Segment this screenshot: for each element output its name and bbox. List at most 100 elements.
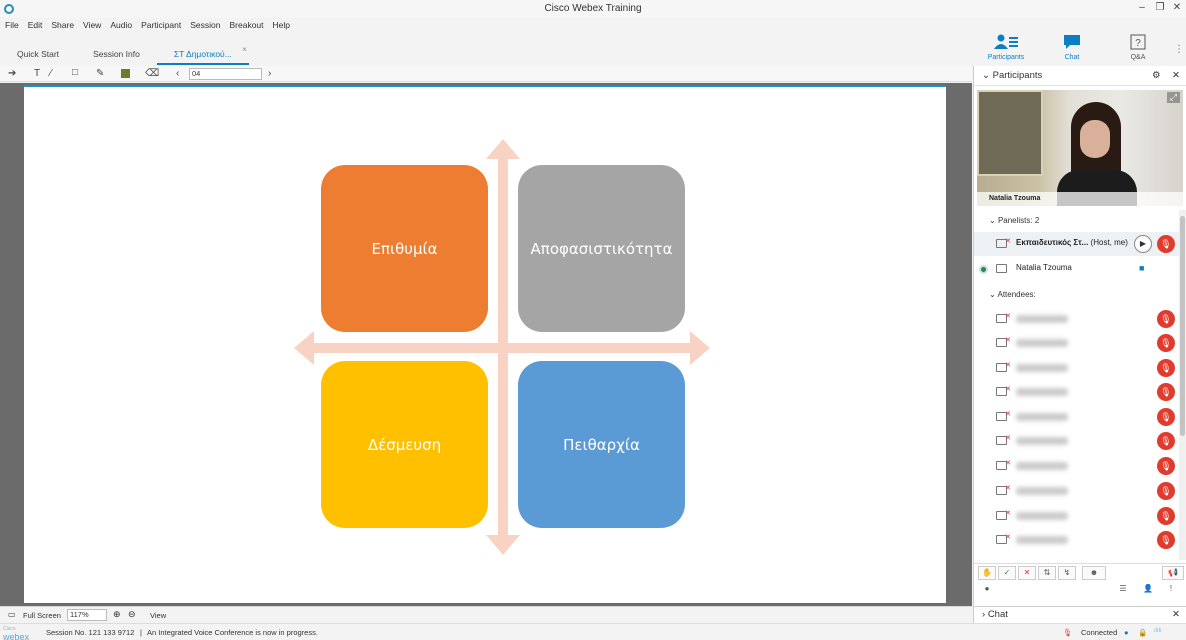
attendee-row[interactable]: ✕ 🎙 xyxy=(974,454,1180,478)
zoom-out-icon[interactable]: ⊖ xyxy=(128,609,136,620)
host-name: Εκπαιδευτικός Στ... xyxy=(1016,238,1089,247)
participant-actions-bar: ✋ ✓ ✕ ⇅ ↯ ☻ 📢 xyxy=(974,563,1186,581)
close-tab-icon[interactable]: × xyxy=(242,40,247,60)
mic-muted-icon[interactable]: 🎙 xyxy=(1157,334,1175,352)
gear-icon[interactable]: ⚙ xyxy=(1152,66,1161,86)
chat-panel-header[interactable]: › Chat ✕ xyxy=(973,606,1186,623)
add-person-icon[interactable]: 👤 xyxy=(1139,583,1157,597)
close-panel-icon[interactable]: ✕ xyxy=(1172,66,1180,86)
mic-muted-icon[interactable]: 🎙 xyxy=(1157,310,1175,328)
megaphone-icon[interactable]: 📢 xyxy=(1162,566,1184,580)
mic-muted-icon[interactable]: 🎙 xyxy=(1157,235,1175,253)
blurred-name xyxy=(1016,413,1068,421)
blurred-name xyxy=(1016,339,1068,347)
menu-breakout[interactable]: Breakout xyxy=(230,18,264,33)
menu-file[interactable]: File xyxy=(5,18,19,33)
tab-document-label: ΣΤ Δημοτικού... xyxy=(173,49,232,59)
scrollbar-thumb[interactable] xyxy=(1180,216,1185,436)
attendee-row[interactable]: ✕ 🎙 xyxy=(974,504,1180,528)
eraser-tool-icon[interactable]: ⌫ xyxy=(145,68,159,79)
chevron-down-icon: ⌄ xyxy=(982,70,993,81)
attendee-row[interactable]: ✕ 🎙 xyxy=(974,479,1180,503)
pointer-tool-icon[interactable]: ➔ xyxy=(8,68,16,79)
participant-row-host[interactable]: ✕ Εκπαιδευτικός Στ... (Host, me) ▶ 🎙 xyxy=(974,232,1180,256)
qa-panel-button[interactable]: ? Q&A xyxy=(1118,34,1158,61)
window-title: Cisco Webex Training xyxy=(544,3,642,14)
restore-icon[interactable]: ❐ xyxy=(1151,2,1169,13)
next-page-icon[interactable]: › xyxy=(268,68,271,79)
pen-tool-icon[interactable]: ✎ xyxy=(96,68,104,79)
attendee-row[interactable]: ✕ 🎙 xyxy=(974,331,1180,355)
expand-video-icon[interactable]: ⤢ xyxy=(1167,92,1180,103)
alert-icon[interactable]: ! xyxy=(1162,583,1180,597)
attendees-group[interactable]: ⌄ Attendees: xyxy=(989,290,1036,299)
list-view-icon[interactable]: ☰ xyxy=(1114,583,1132,597)
mic-muted-icon[interactable]: 🎙 xyxy=(1157,408,1175,426)
mic-muted-icon[interactable]: 🎙 xyxy=(1157,482,1175,500)
blurred-name xyxy=(1016,512,1068,520)
slow-down-icon[interactable]: ↯ xyxy=(1058,566,1076,580)
view-menu-button[interactable]: View xyxy=(150,611,166,620)
video-on-icon: ■ xyxy=(1139,263,1145,273)
zoom-in-icon[interactable]: ⊕ xyxy=(113,609,121,620)
menu-audio[interactable]: Audio xyxy=(110,18,132,33)
mic-muted-icon[interactable]: 🎙 xyxy=(1157,359,1175,377)
cross-arrows xyxy=(294,139,710,555)
video-camera-icon[interactable]: ▶ xyxy=(1134,235,1152,253)
menu-view[interactable]: View xyxy=(83,18,101,33)
presentation-slide: Επιθυμία Αποφασιστικότητα Δέσμευση Πειθα… xyxy=(24,85,946,603)
previous-page-icon[interactable]: ‹ xyxy=(176,68,179,79)
attendee-row[interactable]: ✕ 🎙 xyxy=(974,528,1180,552)
mic-muted-icon[interactable]: 🎙 xyxy=(1157,531,1175,549)
full-screen-button[interactable]: Full Screen xyxy=(23,611,61,620)
mic-muted-icon[interactable]: 🎙 xyxy=(1157,457,1175,475)
menu-share[interactable]: Share xyxy=(51,18,74,33)
close-chat-icon[interactable]: ✕ xyxy=(1172,607,1180,623)
raise-hand-icon[interactable]: ✋ xyxy=(978,566,996,580)
participants-panel-button[interactable]: Participants xyxy=(986,34,1026,61)
attendee-row[interactable]: ✕ 🎙 xyxy=(974,429,1180,453)
full-screen-icon[interactable]: ▭ xyxy=(8,610,16,619)
menu-session[interactable]: Session xyxy=(190,18,220,33)
status-separator: | xyxy=(140,628,142,637)
emoticon-icon[interactable]: ☻ xyxy=(1082,566,1106,580)
page-number-field[interactable]: 04 xyxy=(189,68,262,80)
menu-participant[interactable]: Participant xyxy=(141,18,181,33)
participants-panel-header[interactable]: ⌄ Participants ⚙ ✕ xyxy=(974,66,1186,86)
logo-webex-text: webex xyxy=(3,632,30,640)
panelists-group[interactable]: ⌄ Panelists: 2 xyxy=(989,216,1039,225)
minimize-icon[interactable]: – xyxy=(1133,2,1151,13)
attendee-row[interactable]: ✕ 🎙 xyxy=(974,405,1180,429)
status-bar: Cisco webex Session No. 121 133 9712 | A… xyxy=(0,623,1186,640)
speed-icon[interactable]: ⇅ xyxy=(1038,566,1056,580)
tab-quick-start[interactable]: Quick Start xyxy=(0,44,76,65)
tab-session-info[interactable]: Session Info xyxy=(76,44,157,65)
rectangle-tool-icon[interactable]: □ xyxy=(72,67,78,78)
line-tool-icon[interactable]: ⁄ xyxy=(50,68,52,79)
mic-muted-icon[interactable]: 🎙 xyxy=(1157,383,1175,401)
mic-muted-icon[interactable]: 🎙 xyxy=(1063,628,1073,637)
host-role: (Host, me) xyxy=(1090,238,1128,247)
chat-panel-button[interactable]: Chat xyxy=(1052,34,1092,61)
tab-document[interactable]: ΣΤ Δημοτικού... × xyxy=(156,44,249,65)
attendee-row[interactable]: ✕ 🎙 xyxy=(974,356,1180,380)
participant-row-panelist[interactable]: Natalia Tzouma ■ xyxy=(974,257,1180,281)
cross-icon[interactable]: ✕ xyxy=(1018,566,1036,580)
close-window-icon[interactable]: ✕ xyxy=(1168,2,1186,13)
color-picker-icon[interactable] xyxy=(121,69,130,78)
panel-options-icon[interactable]: ⋮ xyxy=(1170,44,1186,55)
blurred-name xyxy=(1016,437,1068,445)
presenter-ball-icon[interactable]: ● xyxy=(978,583,996,597)
check-icon[interactable]: ✓ xyxy=(998,566,1016,580)
menu-edit[interactable]: Edit xyxy=(28,18,43,33)
video-thumbnail[interactable]: ⤢ Natalia Tzouma xyxy=(977,90,1183,206)
zoom-level-field[interactable]: 117% xyxy=(67,609,107,621)
mic-muted-icon[interactable]: 🎙 xyxy=(1157,432,1175,450)
participants-scrollbar[interactable] xyxy=(1179,210,1186,560)
text-tool-icon[interactable]: T xyxy=(34,68,40,79)
menu-help[interactable]: Help xyxy=(273,18,290,33)
mic-muted-icon[interactable]: 🎙 xyxy=(1157,507,1175,525)
attendee-row[interactable]: ✕ 🎙 xyxy=(974,380,1180,404)
wall-picture xyxy=(977,90,1043,176)
attendee-row[interactable]: ✕ 🎙 xyxy=(974,307,1180,331)
